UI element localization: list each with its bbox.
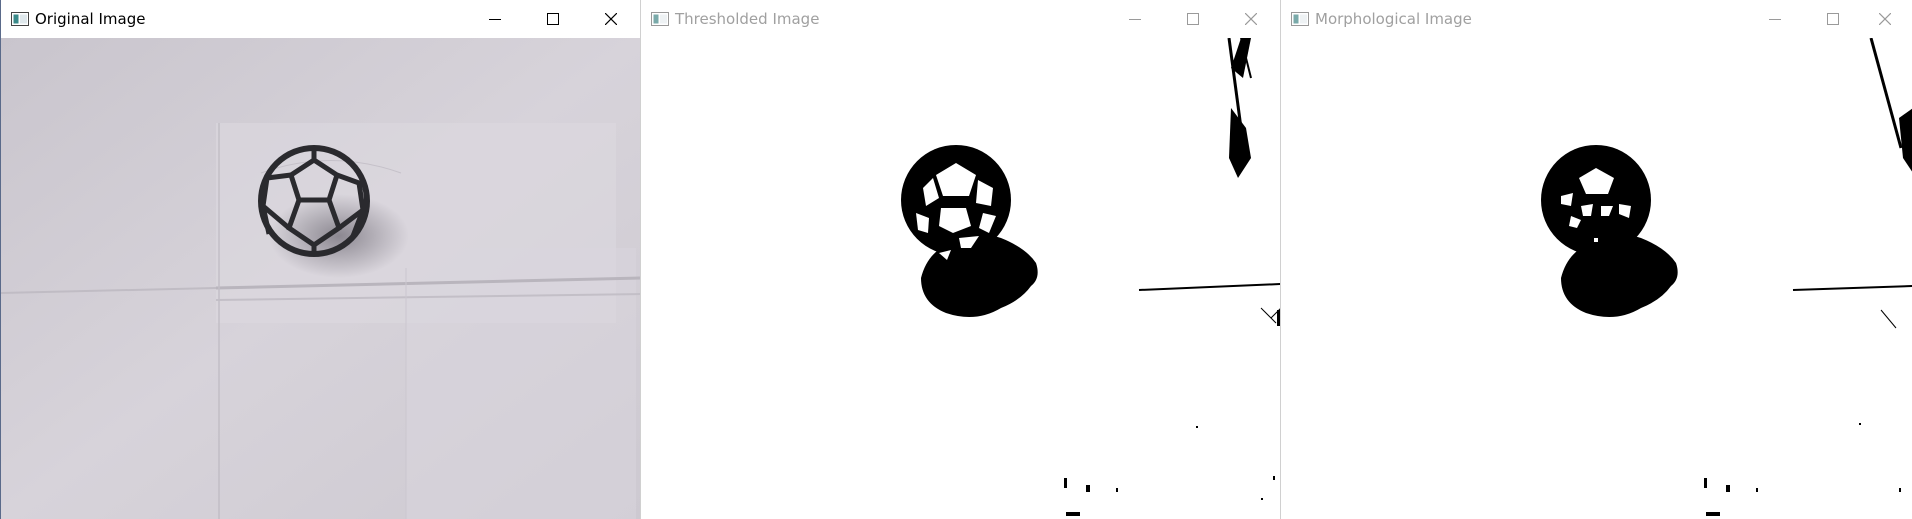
morphological-image-window[interactable]: Morphological Image: [1280, 0, 1912, 519]
title-bar[interactable]: Thresholded Image: [641, 0, 1280, 38]
minimize-icon: [1129, 19, 1141, 20]
window-title: Thresholded Image: [675, 10, 820, 28]
original-image-window[interactable]: Original Image: [0, 0, 640, 519]
thresholded-image: [641, 38, 1280, 519]
window-title: Morphological Image: [1315, 10, 1472, 28]
maximize-icon: [547, 13, 559, 25]
minimize-icon: [489, 19, 501, 20]
maximize-button[interactable]: [1164, 0, 1222, 38]
close-button[interactable]: [1856, 0, 1912, 38]
morphological-image: [1281, 38, 1912, 519]
title-bar[interactable]: Original Image: [1, 0, 640, 38]
minimize-button[interactable]: [1746, 0, 1804, 38]
maximize-button[interactable]: [524, 0, 582, 38]
window-title: Original Image: [35, 10, 146, 28]
app-window-icon: [651, 12, 669, 26]
close-button[interactable]: [582, 0, 640, 38]
maximize-icon: [1827, 13, 1839, 25]
maximize-button[interactable]: [1804, 0, 1862, 38]
close-icon: [1245, 13, 1257, 25]
minimize-icon: [1769, 19, 1781, 20]
maximize-icon: [1187, 13, 1199, 25]
minimize-button[interactable]: [466, 0, 524, 38]
title-bar[interactable]: Morphological Image: [1281, 0, 1912, 38]
close-icon: [1879, 13, 1891, 25]
original-image: [1, 38, 640, 519]
minimize-button[interactable]: [1106, 0, 1164, 38]
close-icon: [605, 13, 617, 25]
app-window-icon: [11, 12, 29, 26]
app-window-icon: [1291, 12, 1309, 26]
close-button[interactable]: [1222, 0, 1280, 38]
thresholded-image-window[interactable]: Thresholded Image: [640, 0, 1280, 519]
